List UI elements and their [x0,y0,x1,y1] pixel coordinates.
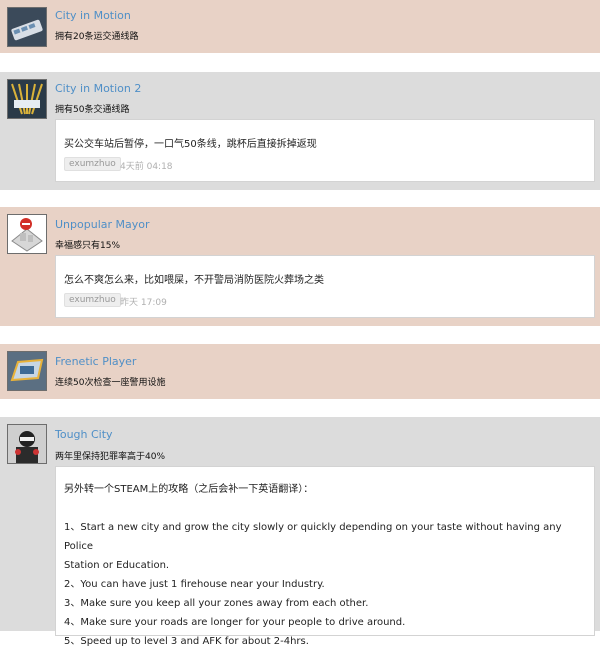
comment-text: 买公交车站后暂停，一口气50条线，跳杯后直接拆掉返现 [64,139,317,150]
comment-username[interactable]: exumzhuo [64,157,121,171]
guide-line: 1、Start a new city and grow the city slo… [64,522,562,552]
achievement-title[interactable]: City in Motion 2 [55,82,141,95]
achievement-title[interactable]: Frenetic Player [55,355,136,368]
achievement-description: 幸福感只有15% [55,241,121,251]
comment-box: 买公交车站后暂停，一口气50条线，跳杯后直接拆掉返现 exumzhuo 4天前 … [55,119,595,182]
guide-line: 另外转一个STEAM上的攻略（之后会补一下英语翻译）： [64,484,314,495]
criminal-icon [7,424,47,464]
achievement-description: 拥有50条交通线路 [55,105,130,115]
guide-line [64,499,584,518]
achievement-card: City in Motion 拥有20条运交通线路 [0,0,600,53]
guide-line: 3、Make sure you keep all your zones away… [64,598,369,609]
transit-lines-icon [7,79,47,119]
bus-icon [7,7,47,47]
achievement-description: 连续50次检查一座警用设施 [55,378,166,388]
police-badge-icon [7,351,47,391]
unhappy-city-icon [7,214,47,254]
achievement-card: Tough City 两年里保持犯罪率高于40% 另外转一个STEAM上的攻略（… [0,417,600,647]
comment-timestamp: 昨天 17:09 [120,298,167,308]
achievement-title[interactable]: Unpopular Mayor [55,218,150,231]
achievement-card: Frenetic Player 连续50次检查一座警用设施 [0,344,600,399]
guide-text: 另外转一个STEAM上的攻略（之后会补一下英语翻译）： 1、Start a ne… [64,480,584,651]
achievement-card: Unpopular Mayor 幸福感只有15% 怎么不爽怎么来，比如喂屎，不开… [0,207,600,326]
achievement-description: 两年里保持犯罪率高于40% [55,452,166,462]
comment-box: 另外转一个STEAM上的攻略（之后会补一下英语翻译）： 1、Start a ne… [55,466,595,647]
achievement-title[interactable]: Tough City [55,428,113,441]
achievement-card: City in Motion 2 拥有50条交通线路 买公交车站后暂停，一口气5… [0,72,600,190]
guide-line: 2、You can have just 1 firehouse near you… [64,579,325,590]
achievement-title[interactable]: City in Motion [55,9,131,22]
comment-timestamp: 4天前 04:18 [120,162,173,172]
comment-box: 怎么不爽怎么来，比如喂屎，不开警局消防医院火葬场之类 exumzhuo 昨天 1… [55,255,595,318]
guide-line: 5、Speed up to level 3 and AFK for about … [64,636,309,647]
comment-username[interactable]: exumzhuo [64,293,121,307]
achievement-description: 拥有20条运交通线路 [55,32,139,42]
guide-line: Station or Education. [64,560,170,571]
guide-line: 4、Make sure your roads are longer for yo… [64,617,406,628]
comment-text: 怎么不爽怎么来，比如喂屎，不开警局消防医院火葬场之类 [64,275,324,286]
